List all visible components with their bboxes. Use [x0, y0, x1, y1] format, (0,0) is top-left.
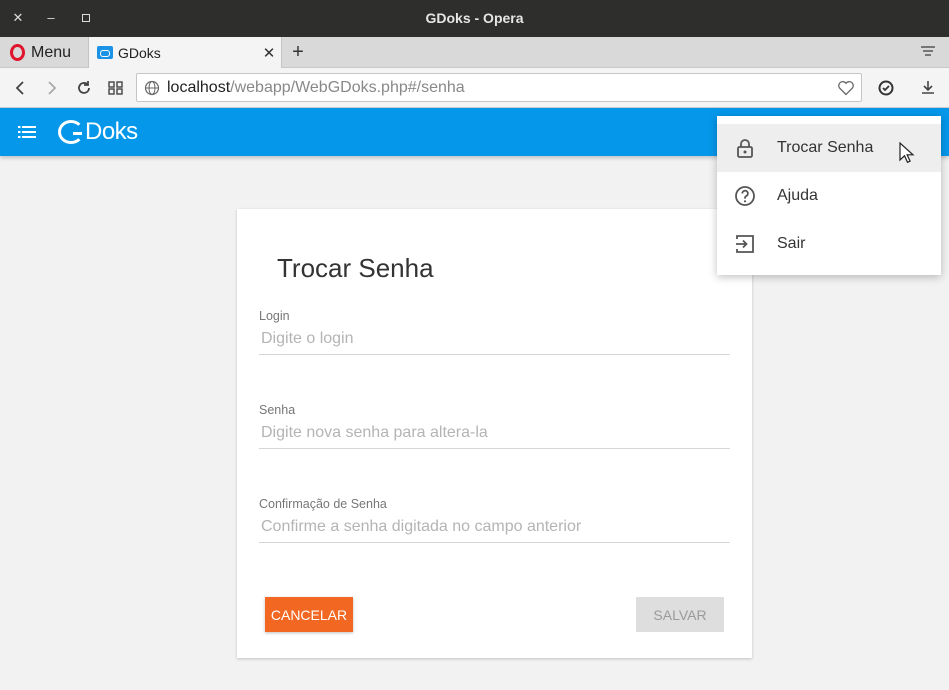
help-icon — [735, 186, 755, 206]
menu-item-label: Sair — [777, 235, 806, 252]
logo-text: Doks — [85, 118, 138, 145]
url-text: localhost/webapp/WebGDoks.php#/senha — [167, 79, 831, 97]
url-host: localhost — [167, 78, 231, 96]
login-label: Login — [259, 309, 290, 323]
window-titlebar: ✕ – GDoks - Opera — [0, 0, 949, 37]
gdoks-favicon-icon — [97, 46, 113, 59]
downloads-icon[interactable] — [918, 78, 938, 98]
opera-menu-label: Menu — [31, 43, 72, 61]
window-title: GDoks - Opera — [425, 10, 524, 26]
user-dropdown-menu: Trocar Senha Ajuda Sair — [717, 116, 941, 275]
menu-item-label: Trocar Senha — [777, 139, 874, 156]
url-field[interactable]: localhost/webapp/WebGDoks.php#/senha — [136, 73, 862, 102]
save-button[interactable]: SALVAR — [636, 597, 724, 632]
browser-addressbar: localhost/webapp/WebGDoks.php#/senha — [0, 68, 949, 108]
gdoks-logo[interactable]: Doks — [58, 118, 138, 145]
tab-title: GDoks — [118, 44, 161, 61]
logo-g-mark — [58, 120, 84, 144]
mouse-cursor-icon — [899, 142, 915, 164]
back-icon[interactable] — [10, 78, 30, 98]
password-field-group: Senha — [259, 403, 730, 449]
menu-item-ajuda[interactable]: Ajuda — [717, 172, 941, 220]
sync-icon[interactable] — [876, 78, 896, 98]
hamburger-menu-icon[interactable] — [18, 125, 36, 139]
page-title: Trocar Senha — [277, 253, 434, 283]
opera-menu-button[interactable]: Menu — [0, 37, 88, 68]
tab-close-icon[interactable]: ✕ — [257, 44, 281, 62]
opera-logo-icon — [10, 44, 25, 61]
globe-icon — [137, 80, 167, 96]
login-field-group: Login — [259, 309, 730, 355]
url-path: /webapp/WebGDoks.php#/senha — [230, 78, 465, 96]
password-label: Senha — [259, 403, 296, 417]
browser-tab[interactable]: GDoks ✕ — [88, 37, 282, 68]
forward-icon[interactable] — [42, 78, 62, 98]
confirm-password-field-group: Confirmação de Senha — [259, 497, 730, 543]
confirm-password-input[interactable] — [259, 518, 730, 543]
login-input[interactable] — [259, 330, 730, 355]
browser-tabbar: Menu GDoks ✕ + — [0, 37, 949, 68]
tab-menu-icon[interactable] — [919, 43, 937, 61]
cancel-button[interactable]: CANCELAR — [265, 597, 353, 632]
menu-item-label: Ajuda — [777, 187, 818, 204]
password-input[interactable] — [259, 424, 730, 449]
exit-icon — [736, 235, 754, 253]
bookmark-heart-icon[interactable] — [831, 80, 861, 96]
lock-icon — [737, 139, 753, 158]
menu-item-sair[interactable]: Sair — [717, 220, 941, 268]
reload-icon[interactable] — [74, 78, 94, 98]
speed-dial-icon[interactable] — [106, 78, 126, 98]
new-tab-button[interactable]: + — [287, 40, 309, 64]
change-password-card: Trocar Senha Login Senha Confirmação de … — [237, 209, 752, 658]
confirm-password-label: Confirmação de Senha — [259, 497, 387, 511]
